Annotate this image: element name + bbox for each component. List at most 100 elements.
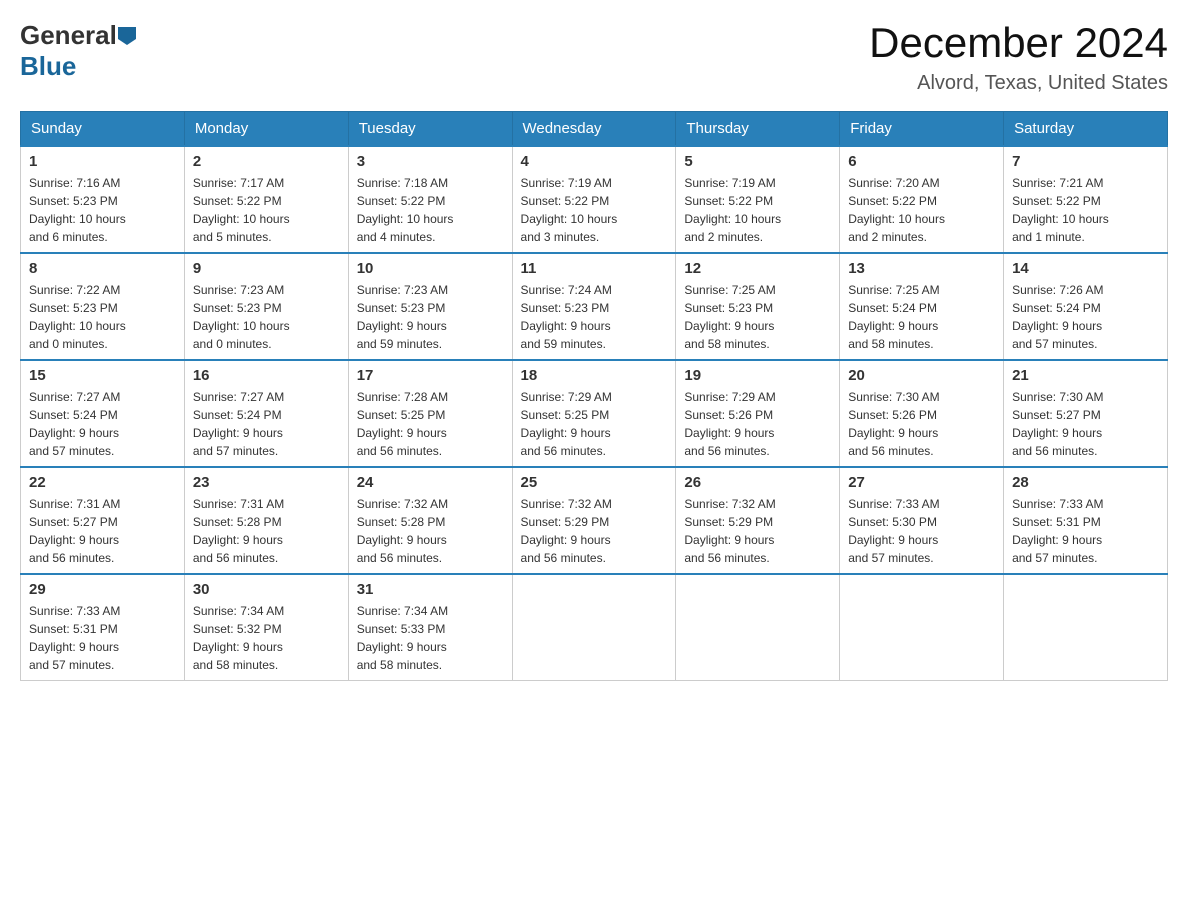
calendar-table: Sunday Monday Tuesday Wednesday Thursday… xyxy=(20,111,1168,681)
table-row: 5 Sunrise: 7:19 AMSunset: 5:22 PMDayligh… xyxy=(676,146,840,253)
table-row: 14 Sunrise: 7:26 AMSunset: 5:24 PMDaylig… xyxy=(1004,253,1168,360)
day-info: Sunrise: 7:30 AMSunset: 5:27 PMDaylight:… xyxy=(1012,390,1103,458)
header-tuesday: Tuesday xyxy=(348,112,512,147)
table-row: 31 Sunrise: 7:34 AMSunset: 5:33 PMDaylig… xyxy=(348,574,512,681)
day-info: Sunrise: 7:19 AMSunset: 5:22 PMDaylight:… xyxy=(521,176,618,244)
day-number: 21 xyxy=(1012,367,1159,384)
day-number: 29 xyxy=(29,581,176,598)
day-number: 1 xyxy=(29,153,176,170)
calendar-week-row: 15 Sunrise: 7:27 AMSunset: 5:24 PMDaylig… xyxy=(21,360,1168,467)
day-number: 4 xyxy=(521,153,668,170)
table-row: 23 Sunrise: 7:31 AMSunset: 5:28 PMDaylig… xyxy=(184,467,348,574)
day-info: Sunrise: 7:27 AMSunset: 5:24 PMDaylight:… xyxy=(193,390,284,458)
day-info: Sunrise: 7:16 AMSunset: 5:23 PMDaylight:… xyxy=(29,176,126,244)
header-saturday: Saturday xyxy=(1004,112,1168,147)
day-number: 12 xyxy=(684,260,831,277)
table-row: 1 Sunrise: 7:16 AMSunset: 5:23 PMDayligh… xyxy=(21,146,185,253)
table-row: 8 Sunrise: 7:22 AMSunset: 5:23 PMDayligh… xyxy=(21,253,185,360)
day-info: Sunrise: 7:22 AMSunset: 5:23 PMDaylight:… xyxy=(29,283,126,351)
day-number: 3 xyxy=(357,153,504,170)
day-number: 23 xyxy=(193,474,340,491)
day-info: Sunrise: 7:31 AMSunset: 5:27 PMDaylight:… xyxy=(29,497,120,565)
day-info: Sunrise: 7:34 AMSunset: 5:32 PMDaylight:… xyxy=(193,604,284,672)
table-row: 3 Sunrise: 7:18 AMSunset: 5:22 PMDayligh… xyxy=(348,146,512,253)
table-row: 29 Sunrise: 7:33 AMSunset: 5:31 PMDaylig… xyxy=(21,574,185,681)
table-row: 22 Sunrise: 7:31 AMSunset: 5:27 PMDaylig… xyxy=(21,467,185,574)
day-number: 26 xyxy=(684,474,831,491)
day-info: Sunrise: 7:33 AMSunset: 5:30 PMDaylight:… xyxy=(848,497,939,565)
day-info: Sunrise: 7:17 AMSunset: 5:22 PMDaylight:… xyxy=(193,176,290,244)
table-row: 11 Sunrise: 7:24 AMSunset: 5:23 PMDaylig… xyxy=(512,253,676,360)
day-info: Sunrise: 7:29 AMSunset: 5:26 PMDaylight:… xyxy=(684,390,775,458)
table-row: 24 Sunrise: 7:32 AMSunset: 5:28 PMDaylig… xyxy=(348,467,512,574)
day-number: 30 xyxy=(193,581,340,598)
day-number: 16 xyxy=(193,367,340,384)
day-number: 31 xyxy=(357,581,504,598)
day-info: Sunrise: 7:31 AMSunset: 5:28 PMDaylight:… xyxy=(193,497,284,565)
day-info: Sunrise: 7:34 AMSunset: 5:33 PMDaylight:… xyxy=(357,604,448,672)
table-row xyxy=(1004,574,1168,681)
table-row: 21 Sunrise: 7:30 AMSunset: 5:27 PMDaylig… xyxy=(1004,360,1168,467)
weekday-header-row: Sunday Monday Tuesday Wednesday Thursday… xyxy=(21,112,1168,147)
table-row: 19 Sunrise: 7:29 AMSunset: 5:26 PMDaylig… xyxy=(676,360,840,467)
table-row: 12 Sunrise: 7:25 AMSunset: 5:23 PMDaylig… xyxy=(676,253,840,360)
header-sunday: Sunday xyxy=(21,112,185,147)
table-row: 4 Sunrise: 7:19 AMSunset: 5:22 PMDayligh… xyxy=(512,146,676,253)
table-row: 7 Sunrise: 7:21 AMSunset: 5:22 PMDayligh… xyxy=(1004,146,1168,253)
day-info: Sunrise: 7:25 AMSunset: 5:23 PMDaylight:… xyxy=(684,283,775,351)
day-number: 7 xyxy=(1012,153,1159,170)
calendar-title: December 2024 xyxy=(869,20,1168,66)
table-row: 17 Sunrise: 7:28 AMSunset: 5:25 PMDaylig… xyxy=(348,360,512,467)
day-info: Sunrise: 7:24 AMSunset: 5:23 PMDaylight:… xyxy=(521,283,612,351)
day-number: 13 xyxy=(848,260,995,277)
day-number: 20 xyxy=(848,367,995,384)
day-number: 22 xyxy=(29,474,176,491)
day-info: Sunrise: 7:23 AMSunset: 5:23 PMDaylight:… xyxy=(193,283,290,351)
day-number: 24 xyxy=(357,474,504,491)
day-number: 8 xyxy=(29,260,176,277)
title-area: December 2024 Alvord, Texas, United Stat… xyxy=(869,20,1168,95)
table-row: 25 Sunrise: 7:32 AMSunset: 5:29 PMDaylig… xyxy=(512,467,676,574)
day-number: 28 xyxy=(1012,474,1159,491)
calendar-week-row: 29 Sunrise: 7:33 AMSunset: 5:31 PMDaylig… xyxy=(21,574,1168,681)
logo-general-text: General xyxy=(20,20,117,51)
day-info: Sunrise: 7:32 AMSunset: 5:28 PMDaylight:… xyxy=(357,497,448,565)
day-info: Sunrise: 7:21 AMSunset: 5:22 PMDaylight:… xyxy=(1012,176,1109,244)
day-info: Sunrise: 7:28 AMSunset: 5:25 PMDaylight:… xyxy=(357,390,448,458)
day-info: Sunrise: 7:25 AMSunset: 5:24 PMDaylight:… xyxy=(848,283,939,351)
day-number: 14 xyxy=(1012,260,1159,277)
table-row: 30 Sunrise: 7:34 AMSunset: 5:32 PMDaylig… xyxy=(184,574,348,681)
day-info: Sunrise: 7:18 AMSunset: 5:22 PMDaylight:… xyxy=(357,176,454,244)
day-number: 11 xyxy=(521,260,668,277)
table-row xyxy=(676,574,840,681)
day-number: 2 xyxy=(193,153,340,170)
day-number: 17 xyxy=(357,367,504,384)
calendar-week-row: 8 Sunrise: 7:22 AMSunset: 5:23 PMDayligh… xyxy=(21,253,1168,360)
day-info: Sunrise: 7:29 AMSunset: 5:25 PMDaylight:… xyxy=(521,390,612,458)
table-row: 20 Sunrise: 7:30 AMSunset: 5:26 PMDaylig… xyxy=(840,360,1004,467)
table-row: 6 Sunrise: 7:20 AMSunset: 5:22 PMDayligh… xyxy=(840,146,1004,253)
table-row: 13 Sunrise: 7:25 AMSunset: 5:24 PMDaylig… xyxy=(840,253,1004,360)
day-number: 6 xyxy=(848,153,995,170)
day-number: 25 xyxy=(521,474,668,491)
table-row: 10 Sunrise: 7:23 AMSunset: 5:23 PMDaylig… xyxy=(348,253,512,360)
day-info: Sunrise: 7:30 AMSunset: 5:26 PMDaylight:… xyxy=(848,390,939,458)
table-row: 15 Sunrise: 7:27 AMSunset: 5:24 PMDaylig… xyxy=(21,360,185,467)
day-number: 10 xyxy=(357,260,504,277)
table-row xyxy=(512,574,676,681)
table-row xyxy=(840,574,1004,681)
day-info: Sunrise: 7:27 AMSunset: 5:24 PMDaylight:… xyxy=(29,390,120,458)
calendar-week-row: 22 Sunrise: 7:31 AMSunset: 5:27 PMDaylig… xyxy=(21,467,1168,574)
calendar-subtitle: Alvord, Texas, United States xyxy=(869,72,1168,95)
day-info: Sunrise: 7:32 AMSunset: 5:29 PMDaylight:… xyxy=(521,497,612,565)
table-row: 26 Sunrise: 7:32 AMSunset: 5:29 PMDaylig… xyxy=(676,467,840,574)
logo: General Blue xyxy=(20,20,137,82)
logo-blue-text: Blue xyxy=(20,51,76,81)
day-number: 5 xyxy=(684,153,831,170)
header-wednesday: Wednesday xyxy=(512,112,676,147)
table-row: 16 Sunrise: 7:27 AMSunset: 5:24 PMDaylig… xyxy=(184,360,348,467)
header-monday: Monday xyxy=(184,112,348,147)
day-info: Sunrise: 7:26 AMSunset: 5:24 PMDaylight:… xyxy=(1012,283,1103,351)
day-number: 15 xyxy=(29,367,176,384)
day-number: 9 xyxy=(193,260,340,277)
